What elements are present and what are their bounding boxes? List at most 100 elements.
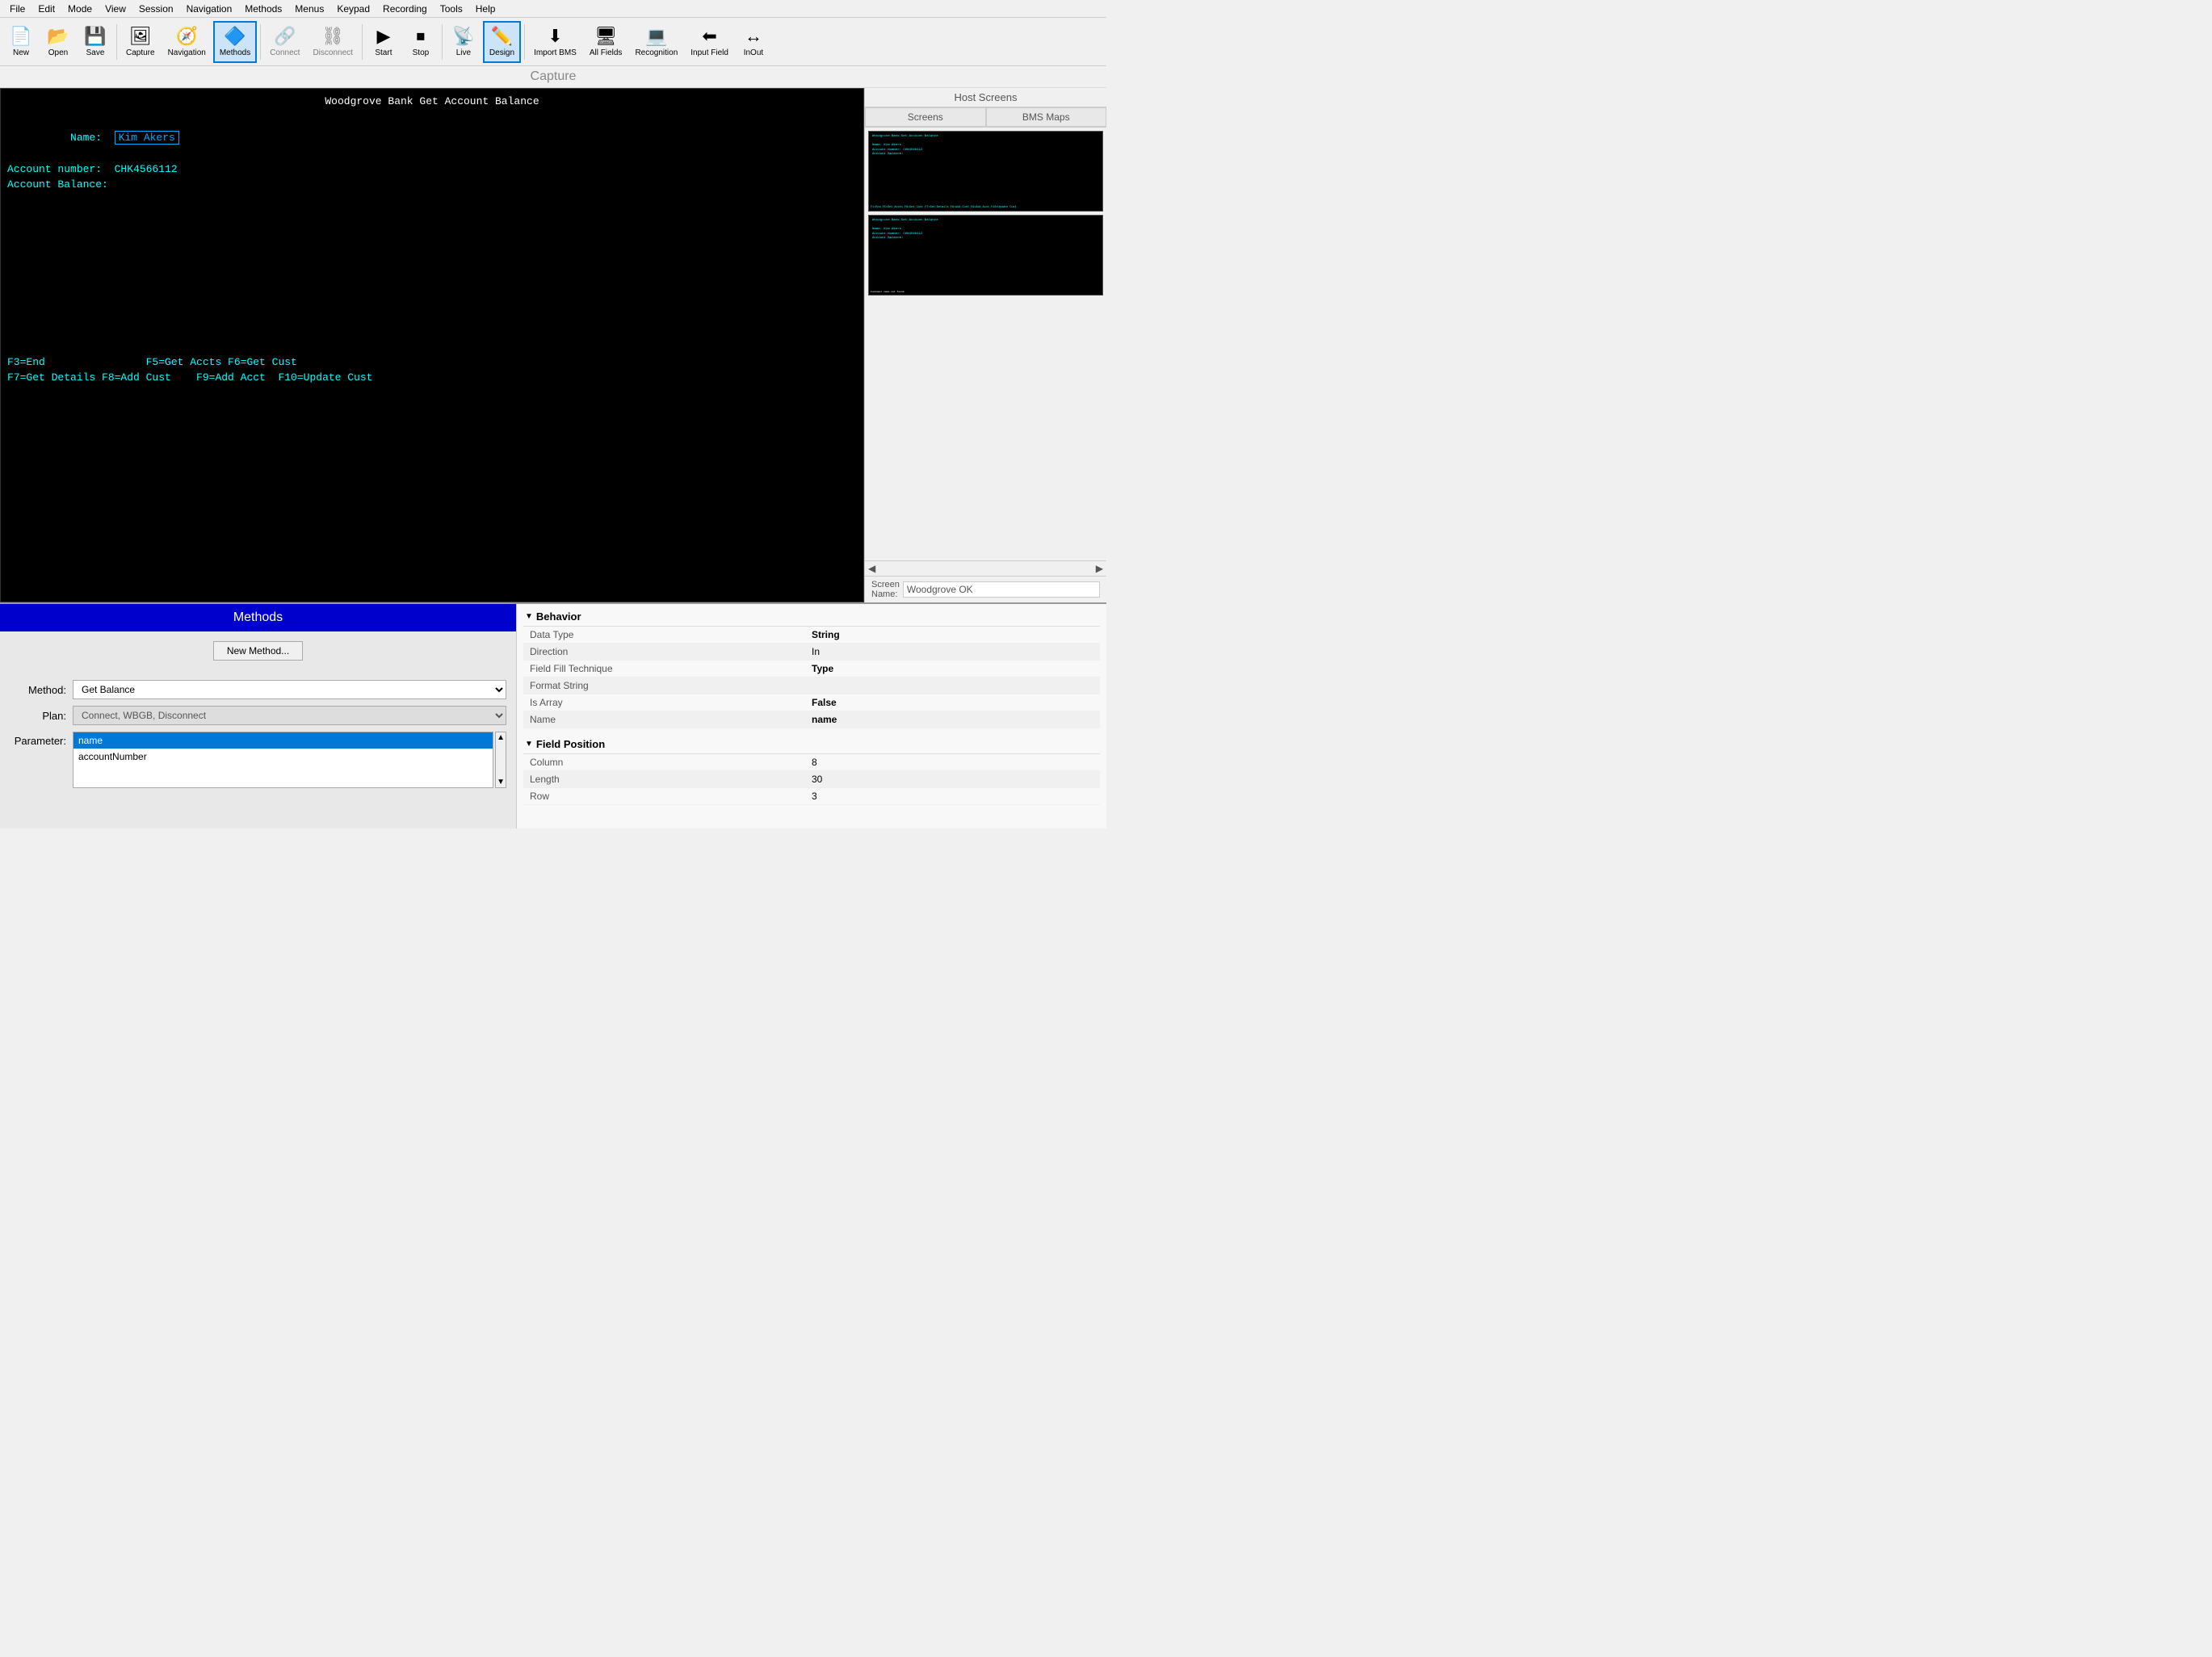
toolbar-input-field-btn[interactable]: ⬅ Input Field [685,21,734,63]
toolbar-capture-label: Capture [126,48,155,57]
tab-bms-maps[interactable]: BMS Maps [986,107,1107,127]
method-row: Method: Get Balance [10,680,506,699]
param-item-name[interactable]: name [73,732,493,749]
toolbar-inout-label: InOut [744,48,763,57]
toolbar-all-fields-btn[interactable]: 🖥 All Fields [584,21,628,63]
param-item-account-number[interactable]: accountNumber [73,749,493,765]
screen-thumb-1[interactable]: Woodgrove Bank Get Account Balance Name:… [868,131,1103,212]
terminal-line-account: Account number: CHK4566112 [7,162,857,178]
toolbar-sep-4 [442,24,443,60]
recognition-icon: 💻 [645,26,667,47]
menu-methods[interactable]: Methods [238,2,288,16]
prop-row-val: 3 [812,791,1093,802]
toolbar-connect-label: Connect [270,48,300,57]
open-icon: 📂 [47,26,69,47]
toolbar-import-bms-btn[interactable]: ⬇ Import BMS [528,21,582,63]
toolbar-live-btn[interactable]: 📡 Live [446,21,481,63]
toolbar-start-btn[interactable]: ▶ Start [366,21,401,63]
menu-keypad[interactable]: Keypad [330,2,376,16]
toolbar-methods-label: Methods [220,48,250,57]
method-select[interactable]: Get Balance [73,680,506,699]
methods-body: New Method... Method: Get Balance Plan: [0,631,516,828]
screen-name-row: Screen Name: [865,576,1106,602]
live-icon: 📡 [452,26,474,47]
toolbar-disconnect-btn[interactable]: ⛓ Disconnect [307,21,358,63]
prop-field-fill-val: Type [812,663,1093,674]
toolbar-connect-btn[interactable]: 🔗 Connect [264,21,305,63]
menu-tools[interactable]: Tools [434,2,469,16]
toolbar-import-bms-label: Import BMS [534,48,577,57]
toolbar-navigation-btn[interactable]: 🧭 Navigation [162,21,212,63]
toolbar-new-btn[interactable]: 📄 New [3,21,39,63]
screen-thumb-2[interactable]: Woodgrove Bank Get Account Balance Name:… [868,215,1103,296]
prop-length-val: 30 [812,774,1093,785]
toolbar-methods-btn[interactable]: 🔷 Methods [213,21,257,63]
new-method-button[interactable]: New Method... [213,641,303,661]
menu-recording[interactable]: Recording [376,2,434,16]
prop-is-array-row: Is Array False [523,694,1100,711]
screen-name-input[interactable] [903,581,1100,598]
toolbar-save-btn[interactable]: 💾 Save [78,21,113,63]
method-select-container: Get Balance [73,680,506,699]
menu-mode[interactable]: Mode [61,2,99,16]
param-scroll-up-btn[interactable]: ▲ [496,732,506,743]
toolbar-sep-3 [362,24,363,60]
scroll-right-arrow[interactable]: ▶ [1096,563,1103,574]
menu-help[interactable]: Help [469,2,502,16]
field-position-section-title: Field Position [536,738,605,750]
plan-select[interactable]: Connect, WBGB, Disconnect [73,706,506,725]
menu-navigation[interactable]: Navigation [180,2,239,16]
parameter-list-container: name accountNumber ▲ ▼ [73,732,506,788]
menu-file[interactable]: File [3,2,31,16]
terminal-name-field: Kim Akers [115,131,179,145]
field-position-section: ▼ Field Position Column 8 Length 30 Row … [517,732,1106,808]
prop-name-row: Name name [523,711,1100,728]
behavior-section-header[interactable]: ▼ Behavior [523,607,1100,627]
host-screens-header: Host Screens [865,88,1106,107]
menu-edit[interactable]: Edit [31,2,61,16]
toolbar-new-label: New [13,48,29,57]
method-label: Method: [10,684,66,696]
prop-field-fill-row: Field Fill Technique Type [523,661,1100,677]
toolbar-stop-btn[interactable]: ⏹ Stop [403,21,439,63]
param-scroll-down-btn[interactable]: ▼ [496,777,506,787]
bottom-area: Methods New Method... Method: Get Balanc… [0,602,1106,828]
navigation-icon: 🧭 [176,26,198,47]
toolbar-recognition-btn[interactable]: 💻 Recognition [629,21,683,63]
tab-screens[interactable]: Screens [865,107,986,127]
toolbar-navigation-label: Navigation [168,48,206,57]
toolbar: 📄 New 📂 Open 💾 Save 🖼 Capture 🧭 Navigati… [0,18,1106,66]
toolbar-input-field-label: Input Field [690,48,728,57]
prop-data-type-row: Data Type String [523,627,1100,644]
prop-row-key: Row [530,791,812,802]
terminal-function-keys: F3=End F5=Get Accts F6=Get Cust F7=Get D… [7,354,857,386]
toolbar-design-btn[interactable]: ✏️ Design [483,21,521,63]
prop-is-array-val: False [812,697,1093,708]
import-bms-icon: ⬇ [548,26,562,47]
scroll-left-arrow[interactable]: ◀ [868,563,875,574]
terminal-line-name: Name: Kim Akers [7,114,857,162]
prop-row-row: Row 3 [523,788,1100,805]
prop-column-val: 8 [812,757,1093,768]
screen-thumb-2-text: Woodgrove Bank Get Account Balance Name:… [872,219,1099,241]
field-position-chevron-icon: ▼ [525,740,533,749]
toolbar-capture-btn[interactable]: 🖼 Capture [120,21,161,63]
prop-name-key: Name [530,714,812,725]
field-position-section-header[interactable]: ▼ Field Position [523,735,1100,754]
toolbar-open-btn[interactable]: 📂 Open [40,21,76,63]
toolbar-inout-btn[interactable]: ↔ InOut [736,21,771,63]
toolbar-disconnect-label: Disconnect [313,48,352,57]
prop-direction-row: Direction In [523,644,1100,661]
terminal-fkeys-1: F3=End F5=Get Accts F6=Get Cust [7,354,857,371]
toolbar-all-fields-label: All Fields [590,48,623,57]
prop-is-array-key: Is Array [530,697,812,708]
menu-session[interactable]: Session [132,2,180,16]
menu-menus[interactable]: Menus [288,2,330,16]
start-icon: ▶ [376,26,390,47]
plan-row: Plan: Connect, WBGB, Disconnect [10,706,506,725]
screens-tabs: Screens BMS Maps [865,107,1106,128]
toolbar-recognition-label: Recognition [635,48,678,57]
menu-view[interactable]: View [99,2,132,16]
screen-thumb-2-bottom: Customer name not found [871,291,904,293]
input-field-icon: ⬅ [702,26,716,47]
